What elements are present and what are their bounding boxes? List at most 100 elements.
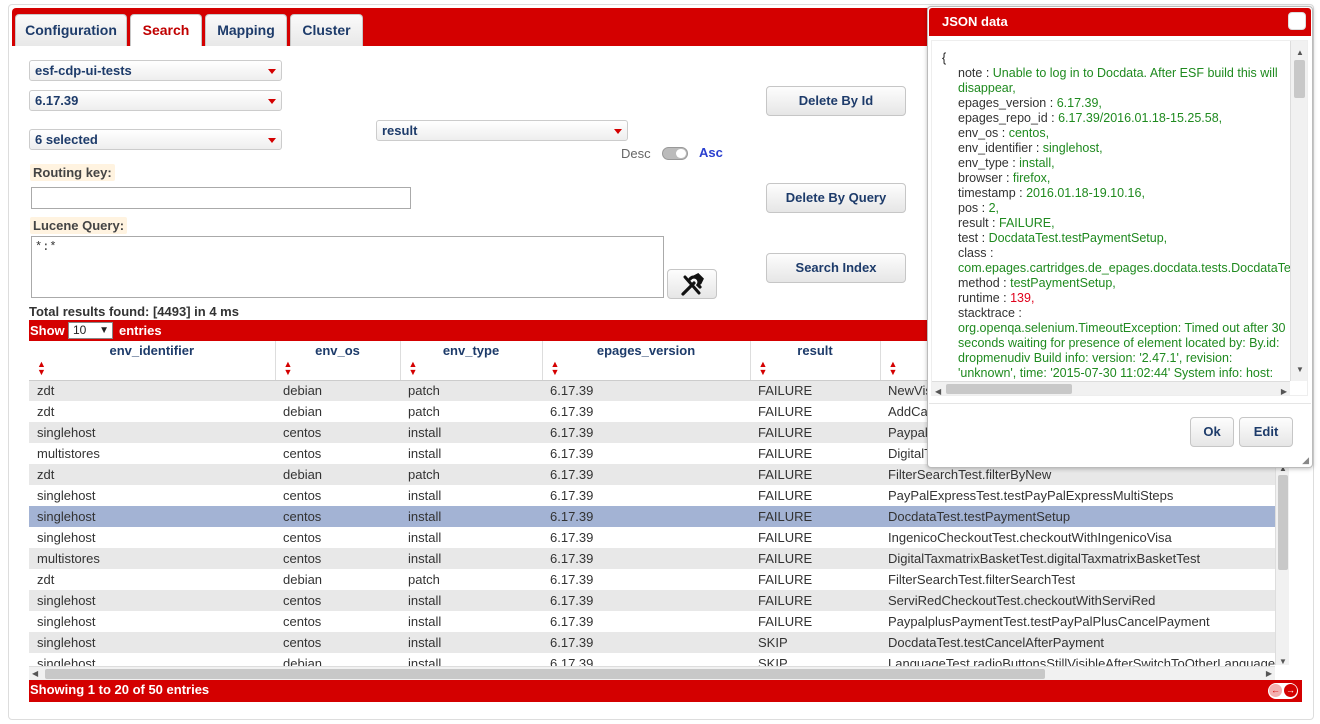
json-value: 139, bbox=[1010, 291, 1035, 305]
table-cell: install bbox=[400, 611, 542, 632]
table-row[interactable]: singlehostcentosinstall6.17.39FAILUREPay… bbox=[29, 611, 1275, 632]
json-data-dialog: JSON data { note : Unable to log in to D… bbox=[927, 6, 1313, 468]
search-index-button[interactable]: Search Index bbox=[766, 253, 906, 283]
json-vertical-scrollbar[interactable]: ▲ ▼ bbox=[1290, 41, 1307, 381]
chevron-down-icon bbox=[268, 99, 276, 104]
json-field: env_type : install, bbox=[942, 156, 1290, 171]
tab-search[interactable]: Search bbox=[130, 14, 202, 46]
column-header-env-type[interactable]: env_type ▲ ▼ bbox=[400, 341, 543, 381]
json-value: Unable to log in to Docdata. After ESF b… bbox=[958, 66, 1278, 95]
json-value: com.epages.cartridges.de_epages.docdata.… bbox=[958, 261, 1290, 275]
table-row[interactable]: singlehost centos install 6.17.39 SKIP Docdat… bbox=[29, 632, 1275, 653]
dialog-titlebar[interactable]: JSON data bbox=[929, 8, 1311, 36]
tab-mapping[interactable]: Mapping bbox=[205, 14, 287, 46]
next-page-icon[interactable]: → bbox=[1284, 684, 1297, 697]
table-row[interactable]: singlehostcentosinstall6.17.39FAILUREPay… bbox=[29, 485, 1275, 506]
table-cell: singlehost bbox=[29, 653, 275, 666]
close-icon[interactable] bbox=[1288, 12, 1306, 30]
page-length-select[interactable]: 10 ▼ bbox=[68, 322, 113, 339]
json-key: env_type bbox=[958, 156, 1009, 170]
table-row[interactable]: singlehost centos install 6.17.39 FAILURE Ser… bbox=[29, 590, 1275, 611]
json-value: 6.17.39/2016.01.18-15.25.58, bbox=[1058, 111, 1223, 125]
scroll-down-icon[interactable]: ▼ bbox=[1296, 362, 1304, 377]
tab-configuration[interactable]: Configuration bbox=[15, 14, 127, 46]
delete-by-id-button[interactable]: Delete By Id bbox=[766, 86, 906, 116]
table-cell: 6.17.39 bbox=[542, 632, 750, 653]
table-cell: singlehost bbox=[29, 632, 275, 653]
json-value: 6.17.39, bbox=[1056, 96, 1102, 110]
index-select[interactable]: esf-cdp-ui-tests bbox=[29, 60, 282, 81]
table-cell: singlehost bbox=[29, 485, 275, 506]
table-cell: IngenicoCheckoutTest.checkoutWithIngenic… bbox=[880, 527, 1275, 548]
version-select[interactable]: 6.17.39 bbox=[29, 90, 282, 111]
tools-button[interactable] bbox=[667, 269, 717, 299]
chevron-down-icon bbox=[614, 129, 622, 134]
sort-order-toggle[interactable] bbox=[662, 147, 688, 160]
table-cell: install bbox=[400, 527, 542, 548]
json-field: env_identifier : singlehost, bbox=[942, 141, 1290, 156]
scroll-down-icon[interactable]: ▼ bbox=[1279, 657, 1287, 666]
json-horizontal-scrollbar[interactable]: ◀ ▶ bbox=[932, 381, 1290, 395]
json-separator: : bbox=[1046, 96, 1057, 110]
sort-icon: ▲ ▼ bbox=[37, 358, 46, 377]
table-horizontal-scrollbar[interactable]: ◀ ▶ bbox=[29, 666, 1275, 680]
table-row[interactable]: singlehost debian install 6.17.39 SKIP Langua… bbox=[29, 653, 1275, 666]
json-field: timestamp : 2016.01.18-19.10.16, bbox=[942, 186, 1290, 201]
edit-button[interactable]: Edit bbox=[1239, 417, 1293, 447]
table-cell: FAILURE bbox=[750, 611, 880, 632]
types-select[interactable]: 6 selected bbox=[29, 129, 282, 150]
table-cell: 6.17.39 bbox=[542, 548, 750, 569]
resize-handle-icon[interactable]: ◢ bbox=[1302, 455, 1309, 466]
scroll-up-icon[interactable]: ▲ bbox=[1296, 45, 1304, 60]
scroll-right-icon[interactable]: ▶ bbox=[1266, 669, 1272, 678]
column-header-env-identifier[interactable]: env_identifier ▲ ▼ bbox=[29, 341, 276, 381]
routing-key-input[interactable] bbox=[31, 187, 411, 209]
tab-cluster[interactable]: Cluster bbox=[290, 14, 363, 46]
version-select-value: 6.17.39 bbox=[35, 93, 79, 108]
json-field: epages_repo_id : 6.17.39/2016.01.18-15.2… bbox=[942, 111, 1290, 126]
table-row[interactable]: zdt debian patch 6.17.39 FAILURE FilterSearch… bbox=[29, 569, 1275, 590]
table-cell: singlehost bbox=[29, 611, 275, 632]
hscrollbar-thumb[interactable] bbox=[45, 669, 1045, 679]
json-key: epages_repo_id bbox=[958, 111, 1048, 125]
sort-field-select[interactable]: result bbox=[376, 120, 628, 141]
column-header-epages-version[interactable]: epages_version ▲ ▼ bbox=[542, 341, 751, 381]
table-cell: centos bbox=[275, 443, 400, 464]
table-cell: singlehost bbox=[29, 422, 275, 443]
pagination-controls: ← → bbox=[1268, 683, 1298, 699]
table-cell: 6.17.39 bbox=[542, 422, 750, 443]
scroll-right-icon[interactable]: ▶ bbox=[1281, 384, 1287, 395]
json-key: result bbox=[958, 216, 989, 230]
table-cell: debian bbox=[275, 401, 400, 422]
json-field: browser : firefox, bbox=[942, 171, 1290, 186]
scrollbar-thumb[interactable] bbox=[1278, 475, 1288, 570]
table-cell: 6.17.39 bbox=[542, 380, 750, 401]
table-row[interactable]: singlehost centos install 6.17.39 FAILURE Ing… bbox=[29, 527, 1275, 548]
table-row[interactable]: multistorescentosinstall6.17.39FAILUREDi… bbox=[29, 548, 1275, 569]
table-cell: LanguageTest.radioButtonsStillVisibleAft… bbox=[880, 653, 1275, 666]
json-key: class : bbox=[958, 246, 994, 260]
column-header-env-os[interactable]: env_os ▲ ▼ bbox=[275, 341, 401, 381]
json-scrollbar-thumb[interactable] bbox=[1294, 60, 1305, 98]
table-row[interactable]: singlehost centos install 6.17.39 FAILURE Doc… bbox=[29, 506, 1275, 527]
table-cell: FAILURE bbox=[750, 422, 880, 443]
table-cell: singlehost bbox=[29, 590, 275, 611]
table-cell: singlehost bbox=[29, 506, 275, 527]
lucene-query-textarea[interactable]: *:* bbox=[31, 236, 664, 298]
scroll-left-icon[interactable]: ◀ bbox=[32, 669, 38, 678]
table-cell: zdt bbox=[29, 380, 275, 401]
scroll-left-icon[interactable]: ◀ bbox=[935, 384, 941, 395]
sort-icon: ▲ ▼ bbox=[408, 358, 418, 377]
table-cell: install bbox=[400, 548, 542, 569]
delete-by-query-button[interactable]: Delete By Query bbox=[766, 183, 906, 213]
table-vertical-scrollbar[interactable]: ▲ ▼ bbox=[1275, 464, 1289, 666]
table-cell: patch bbox=[400, 464, 542, 485]
previous-page-icon[interactable]: ← bbox=[1269, 684, 1282, 697]
json-open-brace: { bbox=[942, 51, 947, 65]
json-value: DocdataTest.testPaymentSetup, bbox=[988, 231, 1168, 245]
column-header-result[interactable]: result ▲ ▼ bbox=[750, 341, 881, 381]
ok-button[interactable]: Ok bbox=[1190, 417, 1234, 447]
table-cell: FAILURE bbox=[750, 569, 880, 590]
table-cell: FAILURE bbox=[750, 590, 880, 611]
json-hscrollbar-thumb[interactable] bbox=[946, 384, 1072, 394]
